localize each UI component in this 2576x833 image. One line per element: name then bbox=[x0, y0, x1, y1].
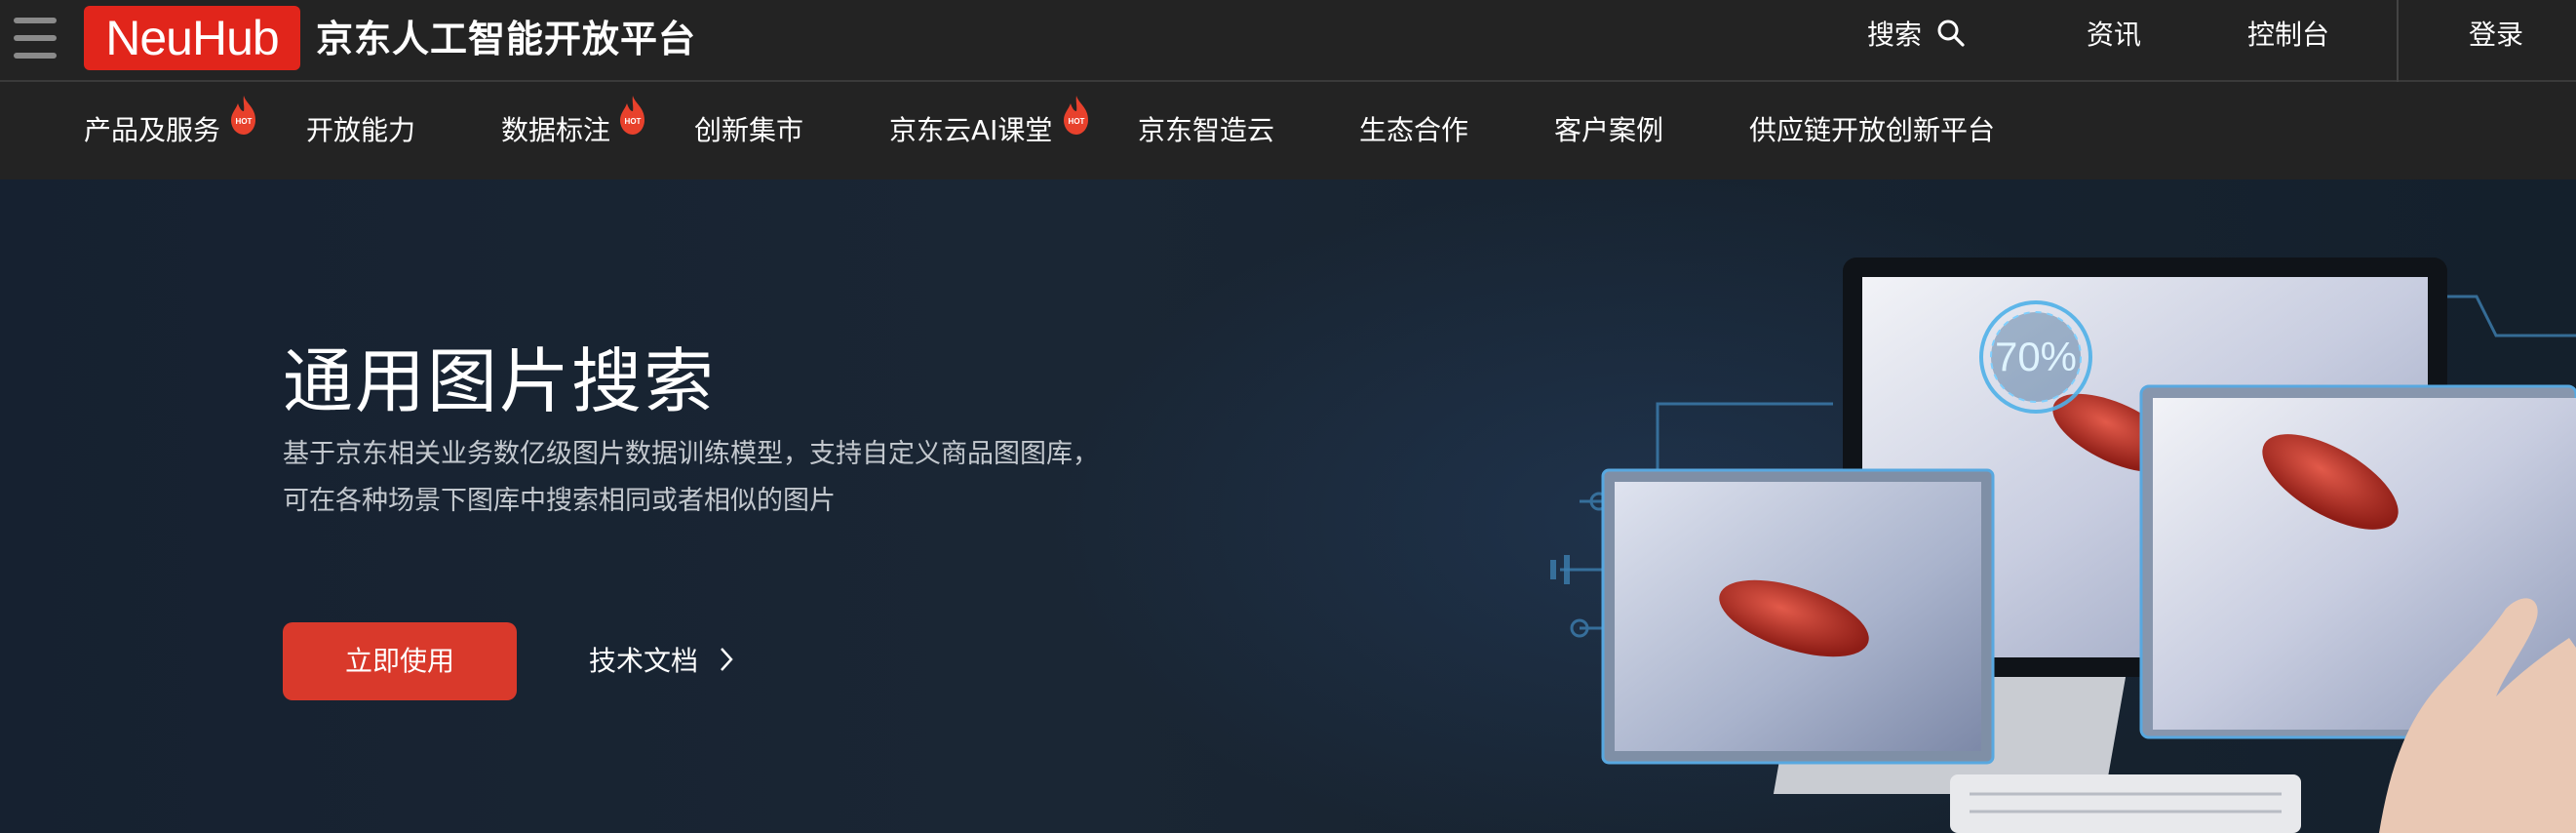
divider bbox=[2397, 0, 2399, 82]
top-bar: NeuHub 京东人工智能开放平台 搜索 资讯 控制台 登录 bbox=[0, 0, 2576, 82]
chevron-right-icon bbox=[720, 648, 733, 671]
nav-item-supply-chain[interactable]: 供应链开放创新平台 bbox=[1749, 82, 1995, 179]
nav-item-data-labeling[interactable]: 数据标注 bbox=[501, 82, 610, 179]
nav-item-smart-manufacturing[interactable]: 京东智造云 bbox=[1138, 82, 1274, 179]
illustration-percent: 70% bbox=[1995, 334, 2077, 379]
search-icon bbox=[1937, 20, 1965, 47]
hot-flame-icon: HOT bbox=[231, 96, 255, 135]
nav-item-ai-class[interactable]: 京东云AI课堂 bbox=[889, 82, 1052, 179]
nav-item-open-capabilities[interactable]: 开放能力 bbox=[306, 82, 415, 179]
hot-badge-text: HOT bbox=[625, 117, 642, 126]
search-link[interactable]: 搜索 bbox=[1867, 0, 1966, 70]
hero-description: 基于京东相关业务数亿级图片数据训练模型，支持自定义商品图图库，可在各种场景下图库… bbox=[283, 439, 1099, 516]
nav-item-customer-cases[interactable]: 客户案例 bbox=[1554, 82, 1663, 179]
tech-docs-label: 技术文档 bbox=[589, 645, 699, 677]
use-now-button[interactable]: 立即使用 bbox=[283, 622, 517, 700]
hero-banner: 通用图片搜索 基于京东相关业务数亿级图片数据训练模型，支持自定义商品图图库，可在… bbox=[0, 179, 2576, 833]
tech-docs-link[interactable]: 技术文档 bbox=[589, 622, 734, 700]
nav-item-ecosystem[interactable]: 生态合作 bbox=[1359, 82, 1468, 179]
nav-item-innovation-market[interactable]: 创新集市 bbox=[694, 82, 803, 179]
console-link[interactable]: 控制台 bbox=[2247, 0, 2329, 70]
nav-item-products[interactable]: 产品及服务 bbox=[84, 82, 220, 179]
hero-illustration: 70% bbox=[1550, 258, 2576, 833]
hot-badge-text: HOT bbox=[1069, 117, 1085, 126]
hot-flame-icon: HOT bbox=[1064, 96, 1088, 135]
login-link[interactable]: 登录 bbox=[2469, 0, 2523, 70]
hero-title: 通用图片搜索 bbox=[283, 340, 717, 422]
news-link[interactable]: 资讯 bbox=[2087, 0, 2141, 70]
search-label: 搜索 bbox=[1867, 19, 1923, 51]
hot-badge-text: HOT bbox=[236, 117, 253, 126]
site-title: 京东人工智能开放平台 bbox=[316, 18, 697, 60]
hot-flame-icon: HOT bbox=[620, 96, 644, 135]
main-nav: 产品及服务 HOT 开放能力 数据标注 HOT 创新集市 京东云AI课堂 HOT… bbox=[0, 82, 2576, 179]
logo[interactable]: NeuHub bbox=[84, 6, 300, 70]
menu-icon[interactable] bbox=[14, 18, 57, 59]
